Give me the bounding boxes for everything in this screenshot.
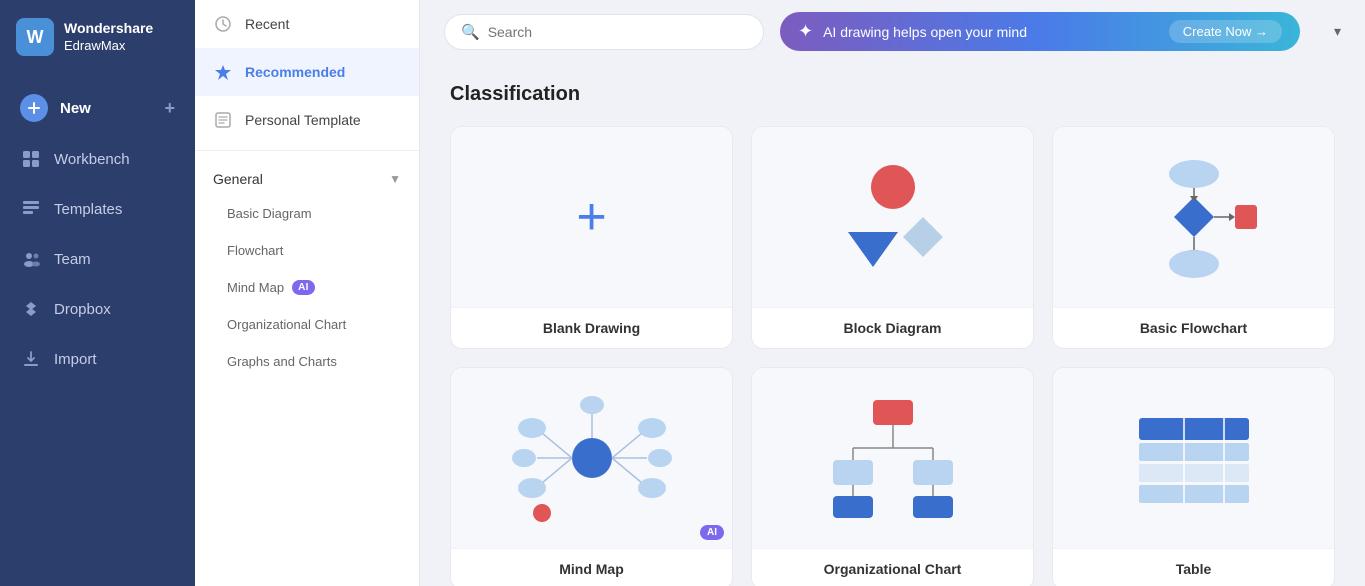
logo-text: Wondershare EdrawMax: [64, 19, 153, 54]
top-bar: 🔍 ✦ AI drawing helps open your mind Crea…: [420, 0, 1365, 63]
card-label-table: Table: [1053, 548, 1334, 586]
card-label-org-chart: Organizational Chart: [752, 548, 1033, 586]
sidebar: W Wondershare EdrawMax New +: [0, 0, 195, 586]
personal-template-icon: [213, 110, 233, 130]
card-visual-flowchart: [1053, 127, 1334, 307]
logo-icon: W: [16, 18, 54, 56]
dropbox-icon: [20, 298, 42, 320]
middle-item-personal-template[interactable]: Personal Template: [195, 96, 419, 144]
card-visual-orgchart: [752, 368, 1033, 548]
search-icon: 🔍: [461, 23, 480, 41]
import-icon: [20, 348, 42, 370]
card-visual-table: [1053, 368, 1334, 548]
card-visual-blank: +: [451, 127, 732, 307]
content-area: Classification + Blank Drawing: [420, 63, 1365, 586]
ai-star-icon: ✦: [798, 21, 813, 42]
card-blank-drawing[interactable]: + Blank Drawing: [450, 126, 733, 349]
ai-banner[interactable]: ✦ AI drawing helps open your mind Create…: [780, 12, 1300, 51]
chevron-down-icon: ▼: [389, 172, 401, 186]
sub-item-graphs-charts[interactable]: Graphs and Charts: [195, 343, 419, 380]
sidebar-item-new[interactable]: New +: [0, 82, 195, 134]
plus-icon: +: [576, 191, 606, 243]
main-content: 🔍 ✦ AI drawing helps open your mind Crea…: [420, 0, 1365, 586]
middle-item-recent[interactable]: Recent: [195, 0, 419, 48]
top-bar-right: ▾: [1334, 23, 1341, 40]
sidebar-item-import[interactable]: Import: [0, 334, 195, 384]
general-section-header[interactable]: General ▼: [195, 157, 419, 195]
card-visual-mindmap: AI: [451, 368, 732, 548]
search-box[interactable]: 🔍: [444, 14, 764, 50]
create-now-button[interactable]: Create Now →: [1169, 20, 1282, 43]
card-label-blank-drawing: Blank Drawing: [451, 307, 732, 348]
templates-icon: [20, 198, 42, 220]
ai-badge-card-mindmap: AI: [700, 525, 724, 540]
card-label-mind-map: Mind Map: [451, 548, 732, 586]
card-visual-block: [752, 127, 1033, 307]
sub-item-basic-diagram[interactable]: Basic Diagram: [195, 195, 419, 232]
card-label-block-diagram: Block Diagram: [752, 307, 1033, 348]
ai-badge-mindmap: AI: [292, 280, 315, 295]
card-block-diagram[interactable]: Block Diagram: [751, 126, 1034, 349]
sidebar-item-templates[interactable]: Templates: [0, 184, 195, 234]
app-logo: W Wondershare EdrawMax: [0, 0, 195, 74]
search-input[interactable]: [488, 24, 747, 40]
new-plus-icon: +: [164, 98, 175, 119]
panel-divider: [195, 150, 419, 151]
card-table[interactable]: Table: [1052, 367, 1335, 586]
sidebar-item-workbench[interactable]: Workbench: [0, 134, 195, 184]
sidebar-item-team[interactable]: Team: [0, 234, 195, 284]
sidebar-nav: New + Workbench: [0, 74, 195, 586]
card-org-chart[interactable]: Organizational Chart: [751, 367, 1034, 586]
new-icon: [20, 94, 48, 122]
card-label-basic-flowchart: Basic Flowchart: [1053, 307, 1334, 348]
team-icon: [20, 248, 42, 270]
sidebar-item-dropbox[interactable]: Dropbox: [0, 284, 195, 334]
recent-icon: [213, 14, 233, 34]
recommended-icon: [213, 62, 233, 82]
dropdown-arrow-icon[interactable]: ▾: [1334, 23, 1341, 40]
sub-item-flowchart[interactable]: Flowchart: [195, 232, 419, 269]
sub-item-mind-map[interactable]: Mind Map AI: [195, 269, 419, 306]
middle-item-recommended[interactable]: Recommended: [195, 48, 419, 96]
section-title: Classification: [450, 83, 1335, 106]
middle-panel: Recent Recommended Personal Template Gen…: [195, 0, 420, 586]
workbench-icon: [20, 148, 42, 170]
card-mind-map[interactable]: AI Mind Map: [450, 367, 733, 586]
sub-item-org-chart[interactable]: Organizational Chart: [195, 306, 419, 343]
card-basic-flowchart[interactable]: Basic Flowchart: [1052, 126, 1335, 349]
cards-grid: + Blank Drawing Block Diagram: [450, 126, 1335, 586]
